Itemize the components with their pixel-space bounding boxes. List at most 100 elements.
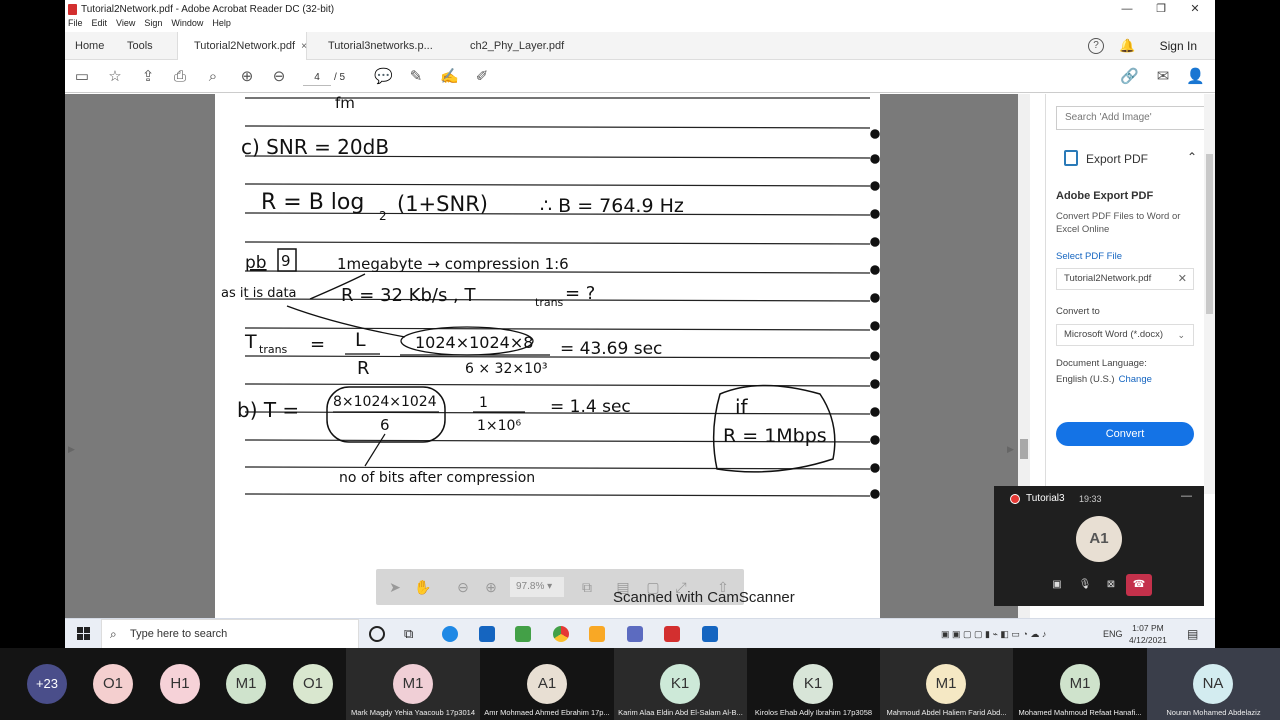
menu-sign[interactable]: Sign: [144, 18, 162, 32]
maximize-button[interactable]: ❐: [1144, 0, 1178, 18]
tab-ch2[interactable]: ch2_Phy_Layer.pdf: [470, 32, 564, 60]
chrome-icon[interactable]: [553, 626, 569, 642]
close-button[interactable]: ✕: [1178, 0, 1212, 18]
select-cursor-icon[interactable]: ➤: [386, 578, 404, 596]
convert-to-select[interactable]: Microsoft Word (*.docx) ⌄: [1056, 324, 1194, 346]
participant-card[interactable]: M1 Mohamed Mahmoud Refaat Hanafi...: [1013, 648, 1147, 720]
link-icon[interactable]: 🔗: [1120, 68, 1139, 86]
more-participants-badge[interactable]: +23: [27, 664, 67, 704]
right-collapse-arrow[interactable]: ▶: [1007, 444, 1014, 455]
upload-cloud-icon[interactable]: ⇪: [139, 68, 157, 86]
mail-icon[interactable]: [479, 626, 495, 642]
participant-name: Mohamed Mahmoud Refaat Hanafi...: [1018, 708, 1142, 717]
page-number-input[interactable]: 4: [303, 69, 331, 86]
tools-search-input[interactable]: Search 'Add Image': [1056, 106, 1206, 130]
participant-avatar[interactable]: O1: [293, 664, 333, 704]
close-tab-icon[interactable]: ×: [301, 41, 307, 52]
save-icon[interactable]: ▭: [73, 68, 91, 86]
participant-avatar[interactable]: H1: [160, 664, 200, 704]
minimize-button[interactable]: —: [1110, 0, 1144, 18]
participant-avatar: NA: [1193, 664, 1233, 704]
language-indicator[interactable]: ENG: [1103, 619, 1123, 648]
participant-card[interactable]: M1 Mahmoud Abdel Haliem Farid Abd...: [880, 648, 1013, 720]
hand-tool-icon[interactable]: ✋: [414, 578, 432, 596]
zoom-level-select[interactable]: 97.8% ▾: [510, 577, 564, 597]
taskbar-clock[interactable]: 1:07 PM 4/12/2021: [1129, 622, 1167, 646]
comment-icon[interactable]: 💬: [374, 68, 393, 86]
participant-card[interactable]: A1 Amr Mohmaed Ahmed Ebrahim 17p...: [480, 648, 614, 720]
meeting-mini-window[interactable]: Tutorial3 19:33 — A1 ▣ 🎙 ⊠ ☎: [994, 486, 1204, 606]
tools-tab[interactable]: Tools: [127, 32, 153, 60]
highlight-pen-icon[interactable]: ✎: [407, 68, 425, 86]
teams-icon[interactable]: [627, 626, 643, 642]
acrobat-window: Tutorial2Network.pdf - Adobe Acrobat Rea…: [65, 0, 1215, 648]
note-ttrans-eq: =: [310, 334, 325, 355]
camera-off-icon[interactable]: ▣: [1046, 574, 1068, 596]
tab-tutorial3[interactable]: Tutorial3networks.p...: [328, 32, 433, 60]
menu-file[interactable]: File: [68, 18, 83, 32]
pane-scrollbar[interactable]: [1204, 94, 1215, 494]
zoom-in-icon[interactable]: ⊕: [482, 578, 500, 596]
page-down-icon[interactable]: ⊖: [270, 68, 288, 86]
fill-sign-icon[interactable]: ✐: [473, 68, 491, 86]
word-icon[interactable]: [702, 626, 718, 642]
tab-tutorial2[interactable]: Tutorial2Network.pdf ×: [177, 32, 307, 60]
acrobat-taskbar-icon[interactable]: [664, 626, 680, 642]
help-icon[interactable]: ?: [1088, 38, 1104, 54]
zoom-out-icon[interactable]: ⊖: [454, 578, 472, 596]
scrollbar-thumb[interactable]: [1020, 439, 1028, 459]
task-view-icon[interactable]: ⧉: [404, 626, 420, 642]
clock-time: 1:07 PM: [1132, 623, 1164, 633]
notifications-icon[interactable]: ▤: [1187, 619, 1198, 648]
draw-icon[interactable]: ✍: [440, 68, 459, 86]
tab-label: Tutorial2Network.pdf: [194, 40, 296, 52]
bell-icon[interactable]: 🔔: [1119, 38, 1135, 54]
document-area[interactable]: ▶ fm c) SNR = 20dB R = B log 2 (1+SNR) ∴…: [65, 94, 1030, 618]
minimize-call-button[interactable]: —: [1181, 490, 1192, 502]
print-icon[interactable]: ⎙: [171, 68, 189, 86]
taskbar-search-box[interactable]: ⌕ Type here to search: [101, 619, 359, 648]
export-pdf-label: Export PDF: [1086, 152, 1149, 166]
select-pdf-link[interactable]: Select PDF File: [1056, 251, 1122, 262]
participant-card[interactable]: NA Nouran Mohamed Abdelaziz: [1147, 648, 1280, 720]
remove-file-icon[interactable]: ✕: [1178, 269, 1187, 289]
menu-help[interactable]: Help: [212, 18, 231, 32]
left-collapse-arrow[interactable]: ▶: [68, 444, 75, 455]
participant-name: Karim Alaa Eldin Abd El-Salam Al-B...: [618, 708, 743, 717]
cortana-icon[interactable]: [369, 626, 385, 642]
fit-page-icon[interactable]: ⧉: [578, 578, 596, 596]
add-user-icon[interactable]: 👤: [1186, 68, 1205, 86]
participant-avatar[interactable]: M1: [226, 664, 266, 704]
change-language-link[interactable]: Change: [1119, 374, 1152, 385]
selected-file-field[interactable]: Tutorial2Network.pdf ✕: [1056, 268, 1194, 290]
pane-scrollbar-thumb[interactable]: [1206, 154, 1213, 314]
edge-icon[interactable]: [442, 626, 458, 642]
microphone-icon[interactable]: 🎙: [1074, 574, 1096, 596]
menu-window[interactable]: Window: [171, 18, 203, 32]
zoom-search-icon[interactable]: ⌕: [204, 68, 222, 86]
hang-up-button[interactable]: ☎: [1126, 574, 1152, 596]
tray-icons[interactable]: ▣ ▣ ▢ ▢ ▮ ⌁ ◧ ▭ ◔ ☁ ♪: [941, 619, 1046, 648]
convert-button[interactable]: Convert: [1056, 422, 1194, 446]
page-up-icon[interactable]: ⊕: [238, 68, 256, 86]
stop-share-icon[interactable]: ⊠: [1100, 574, 1122, 596]
participant-card[interactable]: M1 Mark Magdy Yehia Yaacoub 17p3014: [346, 648, 480, 720]
home-tab[interactable]: Home: [75, 32, 104, 60]
collapse-chevron-icon[interactable]: ⌃: [1187, 150, 1197, 164]
menu-view[interactable]: View: [116, 18, 135, 32]
note-formula: R = B log: [261, 190, 364, 215]
participant-card[interactable]: K1 Karim Alaa Eldin Abd El-Salam Al-B...: [614, 648, 747, 720]
note-formula-sub: 2: [379, 209, 387, 223]
note-snr: c) SNR = 20dB: [241, 135, 389, 159]
excel-like-app-icon[interactable]: [515, 626, 531, 642]
windows-start-icon[interactable]: [77, 627, 90, 640]
menu-edit[interactable]: Edit: [92, 18, 108, 32]
participant-card[interactable]: K1 Kirolos Ehab Adly Ibrahim 17p3058: [747, 648, 880, 720]
participant-avatar[interactable]: O1: [93, 664, 133, 704]
file-explorer-icon[interactable]: [589, 626, 605, 642]
export-pdf-header[interactable]: Export PDF: [1064, 150, 1148, 166]
sign-in-link[interactable]: Sign In: [1160, 32, 1197, 60]
note-bandwidth: ∴ B = 764.9 Hz: [540, 195, 684, 217]
email-icon[interactable]: ✉: [1154, 68, 1172, 86]
star-icon[interactable]: ☆: [106, 68, 124, 86]
